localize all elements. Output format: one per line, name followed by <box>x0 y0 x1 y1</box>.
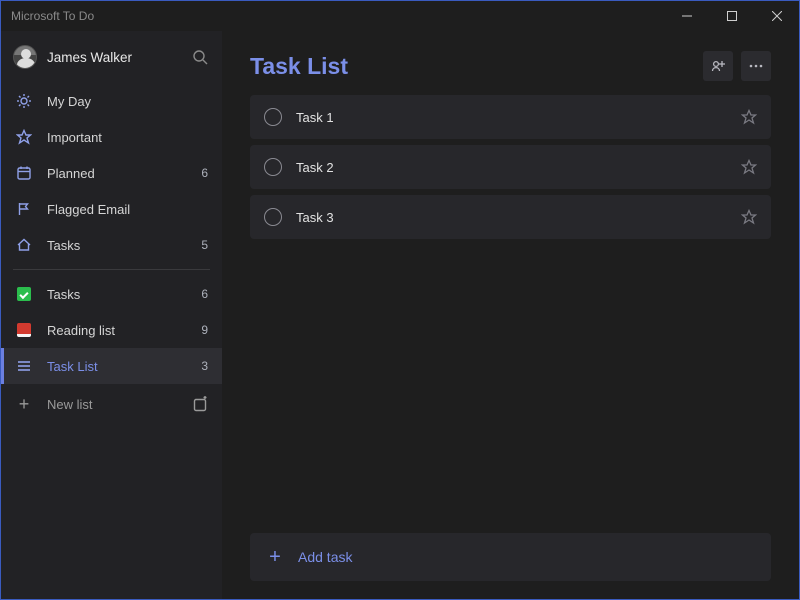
plus-icon: + <box>15 394 33 415</box>
complete-checkbox[interactable] <box>264 108 282 126</box>
star-icon[interactable] <box>741 209 757 225</box>
minimize-button[interactable] <box>664 1 709 31</box>
profile-row[interactable]: James Walker <box>1 31 222 83</box>
sidebar-item-label: Important <box>47 130 194 145</box>
star-icon <box>15 128 33 146</box>
complete-checkbox[interactable] <box>264 158 282 176</box>
task-label: Task 1 <box>296 110 727 125</box>
sidebar-item-count: 5 <box>201 238 208 252</box>
calendar-icon <box>15 164 33 182</box>
list-icon <box>15 357 33 375</box>
window-title: Microsoft To Do <box>11 9 94 23</box>
sidebar-item-task-list[interactable]: Task List 3 <box>1 348 222 384</box>
share-button[interactable] <box>703 51 733 81</box>
green-square-icon <box>15 285 33 303</box>
main-panel: Task List Task 1Task 2Task 3 + Ad <box>222 31 799 599</box>
sidebar-item-label: Reading list <box>47 323 187 338</box>
sidebar-item-label: Task List <box>47 359 187 374</box>
new-list-button[interactable]: + New list <box>1 384 222 424</box>
red-square-icon <box>15 321 33 339</box>
search-icon[interactable] <box>192 49 208 65</box>
sidebar-item-flagged-email[interactable]: Flagged Email <box>1 191 222 227</box>
more-button[interactable] <box>741 51 771 81</box>
sun-icon <box>15 92 33 110</box>
task-row[interactable]: Task 3 <box>250 195 771 239</box>
add-task-button[interactable]: + Add task <box>250 533 771 581</box>
sidebar-item-label: Tasks <box>47 238 187 253</box>
task-label: Task 2 <box>296 160 727 175</box>
task-row[interactable]: Task 1 <box>250 95 771 139</box>
add-task-label: Add task <box>298 549 352 565</box>
new-group-icon[interactable] <box>192 395 210 413</box>
sidebar-item-important[interactable]: Important <box>1 119 222 155</box>
home-icon <box>15 236 33 254</box>
sidebar-item-tasks[interactable]: Tasks 5 <box>1 227 222 263</box>
sidebar-item-label: My Day <box>47 94 194 109</box>
sidebar-item-my-day[interactable]: My Day <box>1 83 222 119</box>
star-icon[interactable] <box>741 159 757 175</box>
sidebar-item-tasks[interactable]: Tasks 6 <box>1 276 222 312</box>
sidebar: James Walker My Day Important Planned 6 Flag… <box>1 31 222 599</box>
new-list-label: New list <box>47 397 178 412</box>
sidebar-item-count: 3 <box>201 359 208 373</box>
task-label: Task 3 <box>296 210 727 225</box>
sidebar-item-reading-list[interactable]: Reading list 9 <box>1 312 222 348</box>
avatar <box>13 45 37 69</box>
star-icon[interactable] <box>741 109 757 125</box>
divider <box>13 269 210 270</box>
maximize-button[interactable] <box>709 1 754 31</box>
sidebar-item-label: Flagged Email <box>47 202 194 217</box>
page-title[interactable]: Task List <box>250 53 703 80</box>
close-button[interactable] <box>754 1 799 31</box>
sidebar-item-label: Planned <box>47 166 187 181</box>
sidebar-item-label: Tasks <box>47 287 187 302</box>
titlebar: Microsoft To Do <box>1 1 799 31</box>
sidebar-item-count: 6 <box>201 166 208 180</box>
complete-checkbox[interactable] <box>264 208 282 226</box>
plus-icon: + <box>266 547 284 567</box>
profile-name: James Walker <box>47 50 182 65</box>
sidebar-item-planned[interactable]: Planned 6 <box>1 155 222 191</box>
flag-icon <box>15 200 33 218</box>
sidebar-item-count: 9 <box>201 323 208 337</box>
sidebar-item-count: 6 <box>201 287 208 301</box>
task-row[interactable]: Task 2 <box>250 145 771 189</box>
